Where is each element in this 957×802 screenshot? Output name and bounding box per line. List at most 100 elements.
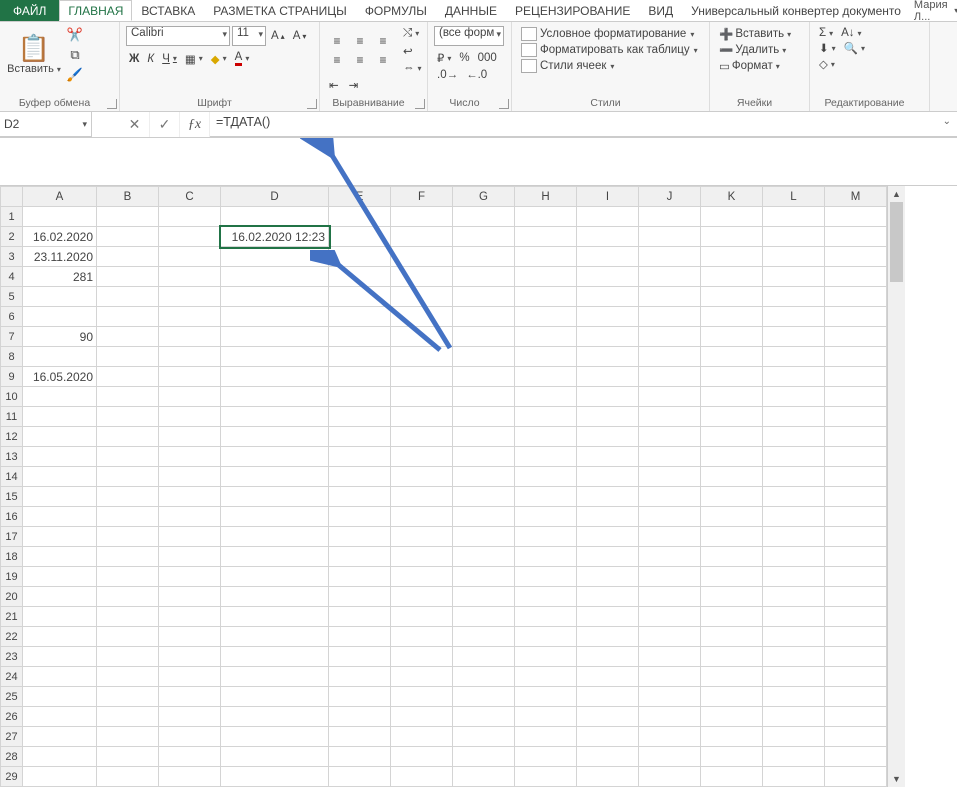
cell-H6[interactable] [515, 307, 577, 327]
cell-L1[interactable] [763, 207, 825, 227]
font-name-select[interactable]: Calibri [126, 26, 230, 46]
cell-D12[interactable] [221, 427, 329, 447]
cell-B22[interactable] [97, 627, 159, 647]
column-header-L[interactable]: L [763, 187, 825, 207]
cell-L23[interactable] [763, 647, 825, 667]
cell-A14[interactable] [23, 467, 97, 487]
cell-L17[interactable] [763, 527, 825, 547]
cell-B6[interactable] [97, 307, 159, 327]
cell-A18[interactable] [23, 547, 97, 567]
cell-L3[interactable] [763, 247, 825, 267]
scroll-down-button[interactable]: ▼ [888, 771, 905, 787]
row-header-5[interactable]: 5 [1, 287, 23, 307]
cell-G23[interactable] [453, 647, 515, 667]
cell-E9[interactable] [329, 367, 391, 387]
cell-E21[interactable] [329, 607, 391, 627]
cell-E18[interactable] [329, 547, 391, 567]
cell-I12[interactable] [577, 427, 639, 447]
tab-home[interactable]: ГЛАВНАЯ [59, 0, 132, 21]
cell-H24[interactable] [515, 667, 577, 687]
cell-H19[interactable] [515, 567, 577, 587]
cell-D26[interactable] [221, 707, 329, 727]
column-header-A[interactable]: A [23, 187, 97, 207]
cell-F3[interactable] [391, 247, 453, 267]
cell-D18[interactable] [221, 547, 329, 567]
cell-I21[interactable] [577, 607, 639, 627]
vertical-scrollbar[interactable]: ▲ ▼ [887, 186, 905, 787]
cell-M22[interactable] [825, 627, 887, 647]
cell-H23[interactable] [515, 647, 577, 667]
tab-data[interactable]: ДАННЫЕ [436, 0, 506, 21]
cell-E24[interactable] [329, 667, 391, 687]
cell-E4[interactable] [329, 267, 391, 287]
cell-M21[interactable] [825, 607, 887, 627]
cell-L26[interactable] [763, 707, 825, 727]
cell-M9[interactable] [825, 367, 887, 387]
cell-M24[interactable] [825, 667, 887, 687]
cell-A3[interactable]: 23.11.2020 [23, 247, 97, 267]
cell-H15[interactable] [515, 487, 577, 507]
align-center-button[interactable]: ≡ [349, 51, 371, 69]
cell-G17[interactable] [453, 527, 515, 547]
cell-H11[interactable] [515, 407, 577, 427]
cell-G29[interactable] [453, 767, 515, 787]
cell-G19[interactable] [453, 567, 515, 587]
column-header-J[interactable]: J [639, 187, 701, 207]
cell-G24[interactable] [453, 667, 515, 687]
cell-J10[interactable] [639, 387, 701, 407]
cell-H22[interactable] [515, 627, 577, 647]
cell-I1[interactable] [577, 207, 639, 227]
cell-L10[interactable] [763, 387, 825, 407]
cell-F2[interactable] [391, 227, 453, 247]
cell-J26[interactable] [639, 707, 701, 727]
cell-M5[interactable] [825, 287, 887, 307]
cell-I16[interactable] [577, 507, 639, 527]
cell-I24[interactable] [577, 667, 639, 687]
cell-J25[interactable] [639, 687, 701, 707]
row-header-22[interactable]: 22 [1, 627, 23, 647]
fill-color-button[interactable]: ◆▾ [208, 51, 230, 67]
cell-K3[interactable] [701, 247, 763, 267]
cell-H28[interactable] [515, 747, 577, 767]
cell-D6[interactable] [221, 307, 329, 327]
tab-review[interactable]: РЕЦЕНЗИРОВАНИЕ [506, 0, 639, 21]
cell-E10[interactable] [329, 387, 391, 407]
cell-E29[interactable] [329, 767, 391, 787]
cell-K18[interactable] [701, 547, 763, 567]
cell-I15[interactable] [577, 487, 639, 507]
cell-G6[interactable] [453, 307, 515, 327]
column-header-D[interactable]: D [221, 187, 329, 207]
cell-C23[interactable] [159, 647, 221, 667]
cell-E12[interactable] [329, 427, 391, 447]
cell-I6[interactable] [577, 307, 639, 327]
expand-formula-bar-button[interactable]: ⌄ [943, 116, 951, 127]
column-header-M[interactable]: M [825, 187, 887, 207]
cell-E14[interactable] [329, 467, 391, 487]
cell-C17[interactable] [159, 527, 221, 547]
cell-C3[interactable] [159, 247, 221, 267]
cell-A8[interactable] [23, 347, 97, 367]
row-header-4[interactable]: 4 [1, 267, 23, 287]
cell-E11[interactable] [329, 407, 391, 427]
cell-M1[interactable] [825, 207, 887, 227]
cell-D8[interactable] [221, 347, 329, 367]
cell-F23[interactable] [391, 647, 453, 667]
cell-A11[interactable] [23, 407, 97, 427]
row-header-27[interactable]: 27 [1, 727, 23, 747]
row-header-26[interactable]: 26 [1, 707, 23, 727]
cell-M18[interactable] [825, 547, 887, 567]
cell-C22[interactable] [159, 627, 221, 647]
cell-C15[interactable] [159, 487, 221, 507]
cell-K28[interactable] [701, 747, 763, 767]
cell-H17[interactable] [515, 527, 577, 547]
column-header-E[interactable]: E [329, 187, 391, 207]
cell-G25[interactable] [453, 687, 515, 707]
column-header-H[interactable]: H [515, 187, 577, 207]
cell-L18[interactable] [763, 547, 825, 567]
italic-button[interactable]: К [144, 52, 157, 66]
cell-G10[interactable] [453, 387, 515, 407]
orientation-button[interactable]: ⤭▾ [400, 26, 425, 41]
cell-K19[interactable] [701, 567, 763, 587]
cell-J21[interactable] [639, 607, 701, 627]
cell-L8[interactable] [763, 347, 825, 367]
